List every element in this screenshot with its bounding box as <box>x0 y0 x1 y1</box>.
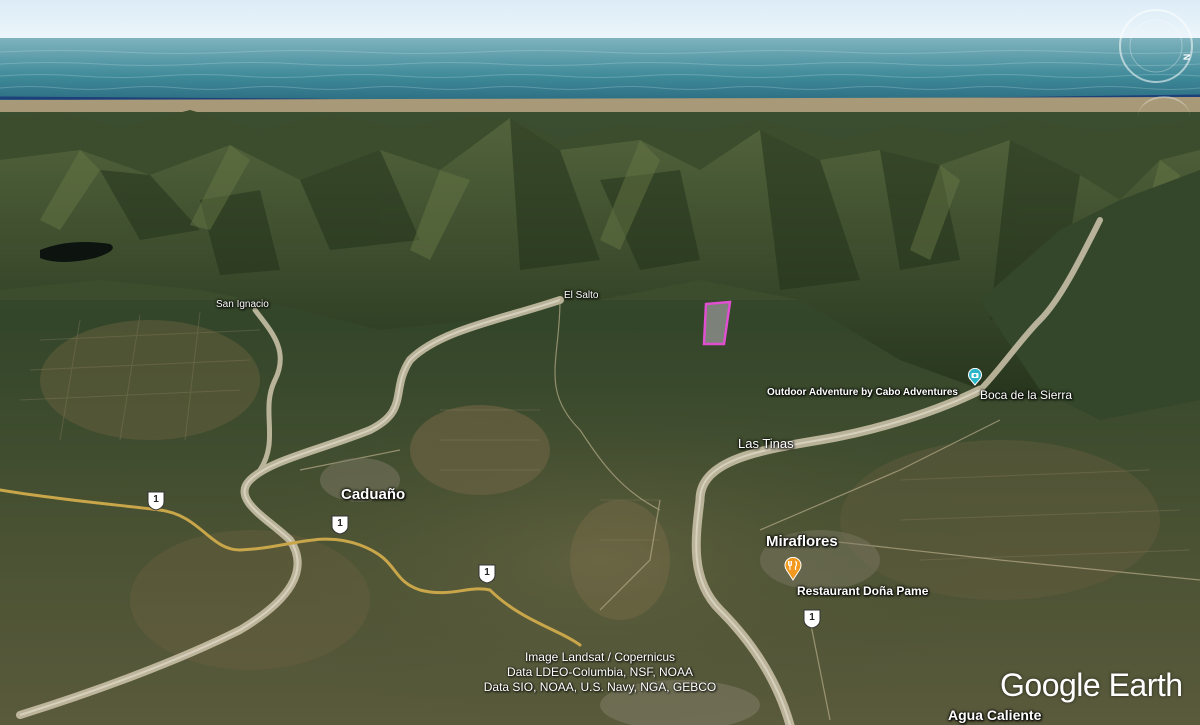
highway-shield-icon: 1 <box>478 564 496 584</box>
label-outdoor-adventure[interactable]: Outdoor Adventure by Cabo Adventures <box>767 387 958 398</box>
attribution-line: Data SIO, NOAA, U.S. Navy, NGA, GEBCO <box>483 680 717 694</box>
highway-shield-icon: 1 <box>803 609 821 629</box>
compass-north-letter: N <box>1181 53 1192 61</box>
label-las-tinas[interactable]: Las Tinas <box>738 436 794 451</box>
compass-ring[interactable] <box>1118 8 1194 84</box>
look-ring[interactable] <box>1138 96 1190 138</box>
camera-pin-icon[interactable] <box>967 367 983 391</box>
imagery-attribution: Image Landsat / Copernicus Data LDEO-Col… <box>440 650 760 695</box>
highway-number: 1 <box>484 567 490 578</box>
attribution-line: Image Landsat / Copernicus <box>524 650 676 664</box>
label-restaurant[interactable]: Restaurant Doña Pame <box>797 584 928 598</box>
fork-knife-pin-icon[interactable] <box>784 556 802 586</box>
google-earth-logo: Google Earth <box>1000 667 1183 703</box>
farmland-patch <box>130 530 370 670</box>
highway-shield-icon: 1 <box>147 491 165 511</box>
property-outline[interactable] <box>702 300 732 346</box>
farmland-patch <box>570 500 670 620</box>
highway-shield-icon: 1 <box>331 515 349 535</box>
label-san-ignacio[interactable]: San Ignacio <box>216 299 269 310</box>
label-caduano[interactable]: Caduaño <box>341 486 405 503</box>
map-scene[interactable] <box>0 0 1200 725</box>
highway-number: 1 <box>809 612 815 623</box>
attribution-line: Data LDEO-Columbia, NSF, NOAA <box>506 665 694 679</box>
highway-number: 1 <box>337 518 343 529</box>
label-el-salto[interactable]: El Salto <box>564 290 598 301</box>
sky <box>0 0 1200 44</box>
label-miraflores[interactable]: Miraflores <box>766 533 838 550</box>
sea <box>0 38 1200 102</box>
label-agua-caliente[interactable]: Agua Caliente <box>948 707 1041 723</box>
label-boca-de-la-sierra[interactable]: Boca de la Sierra <box>980 388 1072 402</box>
highway-number: 1 <box>153 494 159 505</box>
